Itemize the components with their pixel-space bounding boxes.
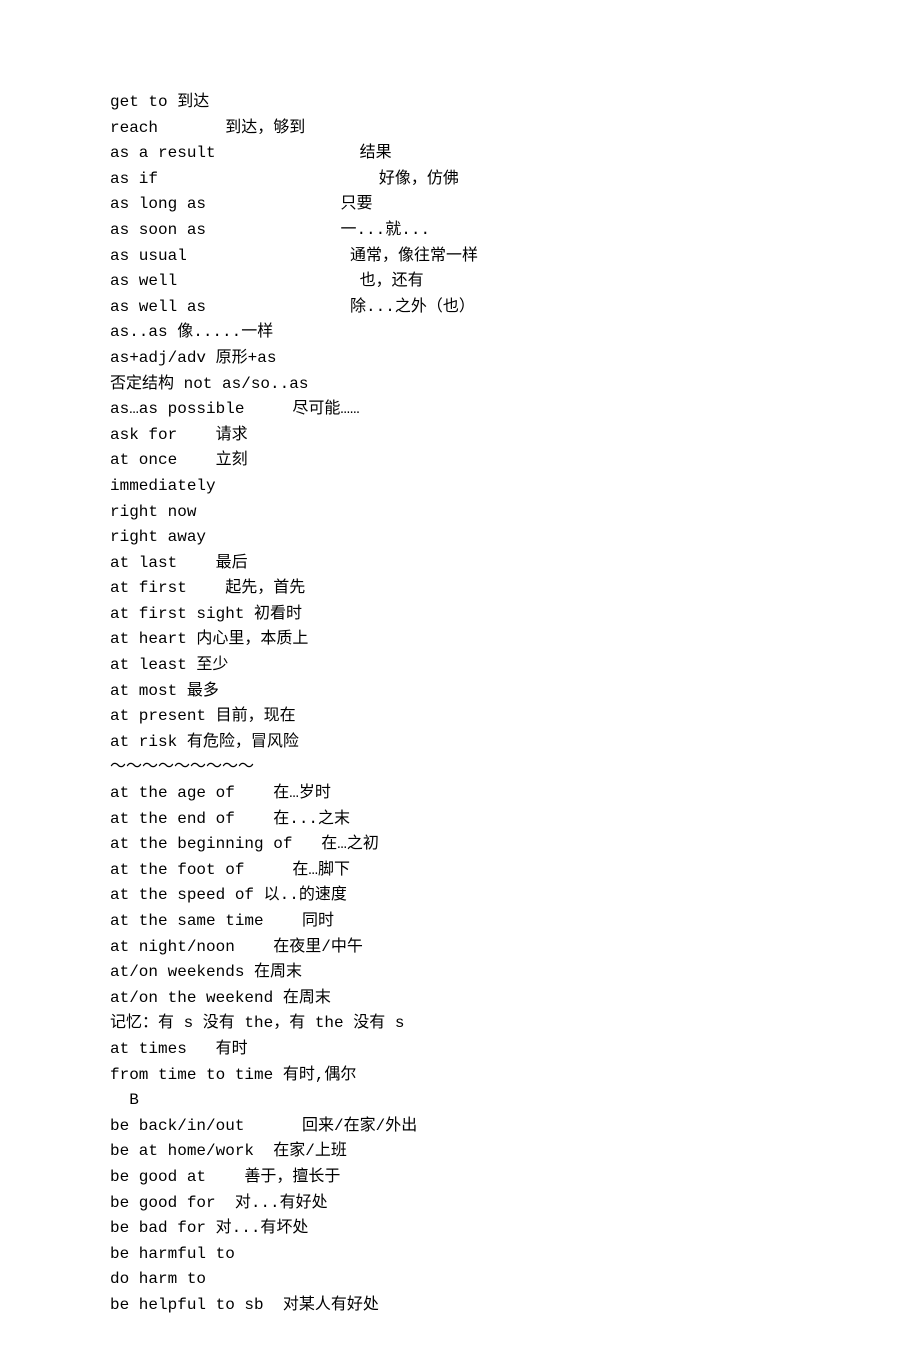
text-line: at first sight 初看时 (110, 602, 810, 628)
text-line: as long as 只要 (110, 192, 810, 218)
text-line: at risk 有危险，冒风险 (110, 730, 810, 756)
text-line: right away (110, 525, 810, 551)
text-line: at the foot of 在…脚下 (110, 858, 810, 884)
text-line: at once 立刻 (110, 448, 810, 474)
content-block: get to 到达reach 到达，够到as a result 结果as if … (110, 90, 810, 1319)
text-line: at heart 内心里，本质上 (110, 627, 810, 653)
text-line: at the end of 在...之末 (110, 807, 810, 833)
text-line: at first 起先，首先 (110, 576, 810, 602)
text-line: as…as possible 尽可能…… (110, 397, 810, 423)
text-line: at present 目前，现在 (110, 704, 810, 730)
text-line: at night/noon 在夜里/中午 (110, 935, 810, 961)
text-line: at times 有时 (110, 1037, 810, 1063)
text-line: get to 到达 (110, 90, 810, 116)
text-line: at the beginning of 在…之初 (110, 832, 810, 858)
text-line: be bad for 对...有坏处 (110, 1216, 810, 1242)
text-line: 记忆：有 s 没有 the，有 the 没有 s (110, 1011, 810, 1037)
text-line: at the age of 在…岁时 (110, 781, 810, 807)
text-line: at/on weekends 在周末 (110, 960, 810, 986)
document-page: get to 到达reach 到达，够到as a result 结果as if … (0, 0, 920, 1359)
text-line: right now (110, 500, 810, 526)
text-line: at the same time 同时 (110, 909, 810, 935)
text-line: reach 到达，够到 (110, 116, 810, 142)
text-line: at the speed of 以..的速度 (110, 883, 810, 909)
text-line: as well as 除...之外（也） (110, 295, 810, 321)
text-line: ～～～～～～～～～ (110, 755, 810, 781)
text-line: ask for 请求 (110, 423, 810, 449)
text-line: immediately (110, 474, 810, 500)
text-line: be helpful to sb 对某人有好处 (110, 1293, 810, 1319)
text-line: as soon as 一...就... (110, 218, 810, 244)
text-line: at/on the weekend 在周末 (110, 986, 810, 1012)
text-line: as if 好像，仿佛 (110, 167, 810, 193)
text-line: at last 最后 (110, 551, 810, 577)
text-line: be back/in/out 回来/在家/外出 (110, 1114, 810, 1140)
text-line: 否定结构 not as/so..as (110, 372, 810, 398)
text-line: as..as 像.....一样 (110, 320, 810, 346)
text-line: be at home/work 在家/上班 (110, 1139, 810, 1165)
text-line: as well 也，还有 (110, 269, 810, 295)
text-line: as+adj/adv 原形+as (110, 346, 810, 372)
text-line: do harm to (110, 1267, 810, 1293)
text-line: at least 至少 (110, 653, 810, 679)
text-line: at most 最多 (110, 679, 810, 705)
text-line: as a result 结果 (110, 141, 810, 167)
text-line: from time to time 有时,偶尔 (110, 1063, 810, 1089)
text-line: be good for 对...有好处 (110, 1191, 810, 1217)
text-line: as usual 通常，像往常一样 (110, 244, 810, 270)
text-line: be good at 善于，擅长于 (110, 1165, 810, 1191)
text-line: B (110, 1088, 810, 1114)
text-line: be harmful to (110, 1242, 810, 1268)
